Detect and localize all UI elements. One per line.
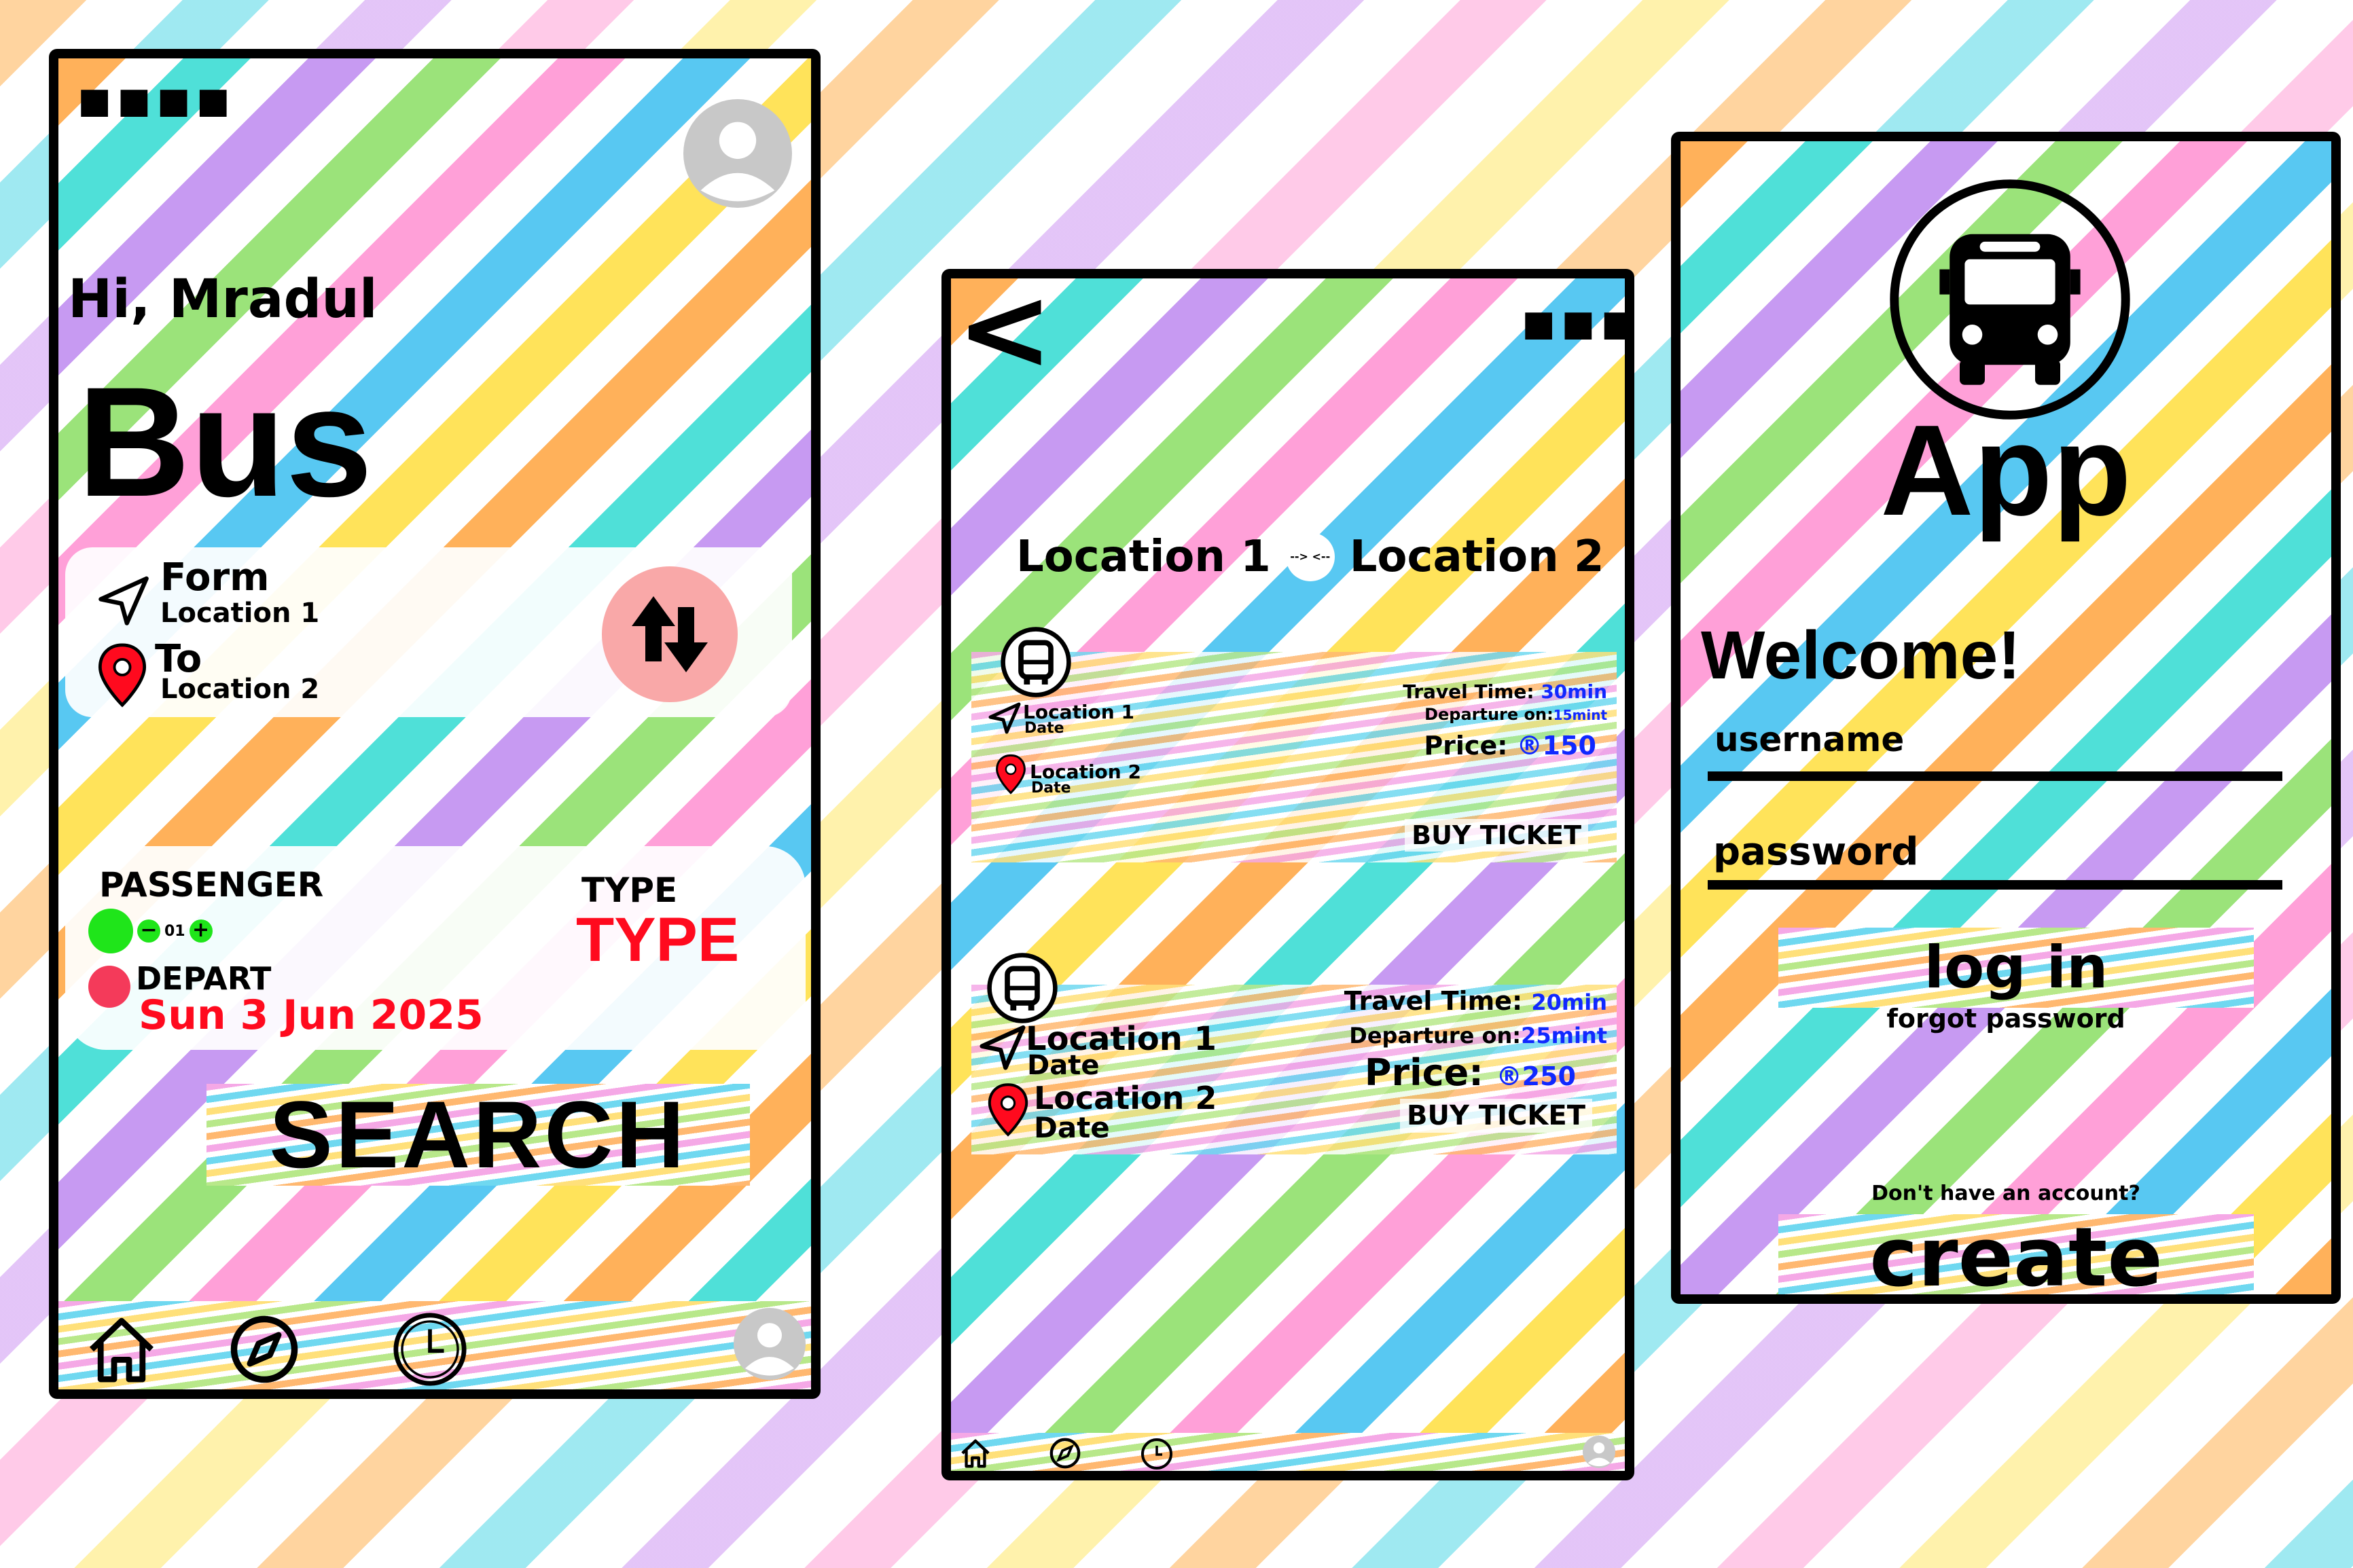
passenger-label: PASSENGER bbox=[99, 865, 324, 905]
buy-ticket-button[interactable]: BUY TICKET bbox=[1400, 1099, 1592, 1133]
travel-time: Travel Time: 30min bbox=[1403, 680, 1607, 703]
password-input[interactable]: password bbox=[1713, 830, 2277, 877]
depart-date[interactable]: Sun 3 Jun 2025 bbox=[139, 991, 484, 1039]
bottom-nav bbox=[951, 1433, 1625, 1471]
passenger-indicator bbox=[88, 909, 133, 953]
swap-button[interactable]: --> <-- bbox=[1285, 532, 1335, 581]
route-from: Location 1 bbox=[1016, 532, 1271, 582]
type-selector[interactable]: TYPE bbox=[576, 905, 739, 976]
compass-icon[interactable] bbox=[1049, 1437, 1081, 1470]
from-label: Form bbox=[160, 555, 270, 600]
ticket-card[interactable]: Location 1 Date Location 2 Date Travel T… bbox=[971, 951, 1617, 1182]
no-account-text: Don't have an account? bbox=[1871, 1182, 2140, 1205]
home-screen: ▪▪▪▪ Hi, Mradul Bus Form Location 1 To L… bbox=[49, 49, 821, 1399]
password-underline bbox=[1708, 880, 2282, 890]
map-pin-icon bbox=[994, 754, 1027, 795]
route-card: Form Location 1 To Location 2 bbox=[65, 547, 792, 717]
app-title: App bbox=[1880, 399, 2132, 543]
bus-icon bbox=[999, 625, 1073, 699]
create-label: create bbox=[1869, 1211, 2163, 1304]
ticket-from-date: Date bbox=[1024, 720, 1064, 737]
swap-arrows-icon[interactable] bbox=[602, 566, 738, 702]
departure-time: Departure on:15mint bbox=[1424, 705, 1607, 724]
login-button[interactable]: log in bbox=[1778, 928, 2254, 1008]
options-card: PASSENGER − 01 + TYPE TYPE DEPART Sun 3 … bbox=[65, 846, 806, 1050]
clock-icon[interactable] bbox=[391, 1311, 469, 1388]
ticket-price: Price: ®250 bbox=[1364, 1051, 1576, 1094]
route-to: Location 2 bbox=[1349, 532, 1604, 582]
ticket-card[interactable]: Location 1 Date Location 2 Date Travel T… bbox=[971, 618, 1617, 876]
password-placeholder: password bbox=[1713, 830, 1919, 874]
map-pin-icon bbox=[986, 1082, 1030, 1137]
compass-icon[interactable] bbox=[228, 1313, 300, 1385]
username-input[interactable]: username bbox=[1714, 720, 2278, 767]
ticket-to-date: Date bbox=[1034, 1111, 1110, 1144]
passenger-stepper[interactable]: − 01 + bbox=[88, 909, 213, 953]
create-account-button[interactable]: create bbox=[1778, 1211, 2254, 1304]
passenger-count: 01 bbox=[164, 922, 185, 940]
back-arrow-icon[interactable]: < bbox=[956, 278, 1053, 387]
search-button[interactable]: SEARCH bbox=[206, 1081, 750, 1188]
ticket-from-date: Date bbox=[1027, 1050, 1100, 1081]
page-title: Bus bbox=[77, 354, 373, 529]
home-icon[interactable] bbox=[956, 1437, 994, 1470]
results-screen: < ▪▪▪ Location 1 --> <-- Location 2 Loca… bbox=[941, 269, 1634, 1480]
navigation-arrow-icon bbox=[978, 1023, 1027, 1072]
login-label: log in bbox=[1924, 934, 2108, 1002]
profile-avatar-icon[interactable] bbox=[1583, 1436, 1615, 1468]
route-header: Location 1 --> <-- Location 2 bbox=[1016, 530, 1604, 584]
welcome-heading: Welcome! bbox=[1701, 617, 2021, 693]
to-value[interactable]: Location 2 bbox=[160, 674, 319, 705]
bus-icon bbox=[985, 951, 1060, 1025]
signal-dots-icon: ▪▪▪▪ bbox=[76, 67, 234, 130]
login-screen: App Welcome! username password log in fo… bbox=[1671, 132, 2341, 1304]
search-label: SEARCH bbox=[269, 1081, 687, 1188]
forgot-password-link[interactable]: forgot password bbox=[1681, 1004, 2331, 1034]
increment-button[interactable]: + bbox=[189, 919, 213, 943]
buy-ticket-button[interactable]: BUY TICKET bbox=[1405, 819, 1588, 852]
decrement-button[interactable]: − bbox=[137, 919, 160, 943]
ticket-to-date: Date bbox=[1031, 780, 1071, 797]
depart-indicator bbox=[88, 966, 130, 1008]
bottom-nav bbox=[58, 1301, 811, 1389]
map-pin-icon bbox=[95, 642, 149, 708]
departure-time: Departure on:25mint bbox=[1349, 1023, 1607, 1049]
navigation-arrow-icon bbox=[96, 573, 151, 627]
signal-dots-icon: ▪▪▪ bbox=[1520, 290, 1634, 353]
profile-avatar-icon[interactable] bbox=[734, 1308, 806, 1380]
from-value[interactable]: Location 1 bbox=[160, 598, 319, 629]
navigation-arrow-icon bbox=[988, 701, 1022, 735]
username-placeholder: username bbox=[1714, 720, 1905, 759]
home-icon[interactable] bbox=[84, 1312, 159, 1387]
ticket-price: Price: ®150 bbox=[1424, 731, 1596, 761]
username-underline bbox=[1708, 771, 2282, 781]
avatar-icon[interactable] bbox=[683, 99, 792, 208]
travel-time: Travel Time: 20min bbox=[1344, 986, 1607, 1016]
clock-icon[interactable] bbox=[1140, 1437, 1174, 1471]
greeting: Hi, Mradul bbox=[68, 269, 378, 330]
bus-icon bbox=[1884, 174, 2136, 425]
